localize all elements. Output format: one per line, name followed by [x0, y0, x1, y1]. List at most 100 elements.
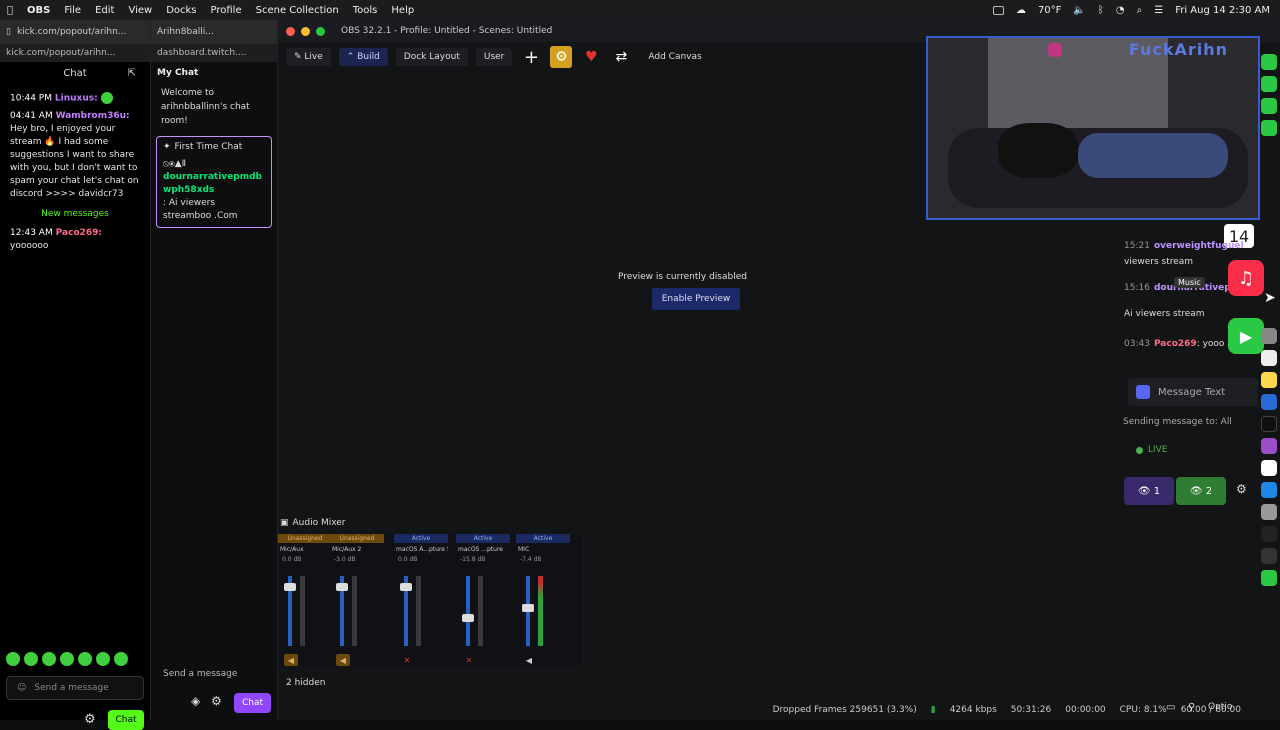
- volume-fader[interactable]: [466, 576, 470, 646]
- app-icon[interactable]: [1261, 98, 1277, 114]
- tab-sidebar-icon[interactable]: ▯: [6, 27, 11, 37]
- menu-docks[interactable]: Docks: [159, 5, 203, 16]
- emote-icon[interactable]: [60, 652, 74, 666]
- emote-icon[interactable]: [42, 652, 56, 666]
- input-placeholder: Send a message: [163, 669, 238, 679]
- news-icon[interactable]: [1261, 460, 1277, 476]
- shuffle-icon[interactable]: ⇄: [610, 46, 632, 68]
- channel-name[interactable]: macOS A...pture 5: [394, 543, 448, 556]
- user-button[interactable]: User: [475, 48, 513, 66]
- fader-knob[interactable]: [400, 582, 412, 591]
- link-icon[interactable]: ⚲: [1188, 702, 1195, 713]
- fader-knob[interactable]: [522, 603, 534, 612]
- maximize-icon[interactable]: [316, 26, 325, 36]
- msg-user[interactable]: Paco269:: [56, 228, 102, 238]
- reminders-icon[interactable]: [1261, 350, 1277, 366]
- stocks-icon[interactable]: [1261, 394, 1277, 410]
- minimize-icon[interactable]: [301, 26, 310, 36]
- dock-layout-button[interactable]: Dock Layout: [395, 48, 468, 66]
- mute-icon[interactable]: ✕: [400, 654, 414, 666]
- mute-icon[interactable]: ✕: [462, 654, 476, 666]
- twitch-tab[interactable]: Arihn8balli...: [157, 27, 214, 37]
- mute-icon[interactable]: ◀: [284, 654, 298, 666]
- kick-tab[interactable]: kick.com/popout/arihn...: [17, 27, 126, 37]
- menu-app-name[interactable]: OBS: [20, 5, 57, 16]
- twitch-message-input[interactable]: Send a message: [157, 664, 271, 684]
- obs-icon[interactable]: [1261, 548, 1277, 564]
- cloud-icon[interactable]: ☁: [1016, 5, 1026, 16]
- apple-icon[interactable]: : [0, 5, 20, 16]
- emote-icon[interactable]: [96, 652, 110, 666]
- wifi-icon[interactable]: ◔: [1116, 5, 1125, 16]
- fader-knob[interactable]: [284, 582, 296, 591]
- app-icon[interactable]: [1261, 570, 1277, 586]
- channel-name[interactable]: Mic/Aux 2: [330, 543, 384, 556]
- menu-view[interactable]: View: [121, 5, 159, 16]
- msg-user[interactable]: Paco269: [1154, 339, 1197, 349]
- contacts-icon[interactable]: [1261, 328, 1277, 344]
- enable-preview-button[interactable]: Enable Preview: [652, 288, 740, 310]
- app-icon[interactable]: [1261, 120, 1277, 136]
- msg-user[interactable]: overweightfuguel: [1154, 241, 1244, 251]
- heart-icon[interactable]: ♥: [580, 46, 602, 68]
- channel-name[interactable]: Mic/Aux: [278, 543, 332, 556]
- menu-tools[interactable]: Tools: [346, 5, 385, 16]
- appstore-icon[interactable]: [1261, 482, 1277, 498]
- podcasts-icon[interactable]: [1261, 438, 1277, 454]
- mute-icon[interactable]: ◀: [336, 654, 350, 666]
- settings-icon[interactable]: [1261, 504, 1277, 520]
- kick-message-input[interactable]: ☺ Send a message: [6, 676, 144, 700]
- menu-file[interactable]: File: [57, 5, 88, 16]
- options-button[interactable]: Optio: [1208, 702, 1232, 712]
- menu-scene-collection[interactable]: Scene Collection: [249, 5, 346, 16]
- ftc-user[interactable]: dournarrativepmdbwph58xds: [163, 171, 265, 197]
- gear-icon[interactable]: ⚙: [211, 694, 222, 708]
- emote-icon[interactable]: [6, 652, 20, 666]
- channel-name[interactable]: macOS ...pture: [456, 543, 510, 556]
- kick-address-bar[interactable]: kick.com/popout/arihn...: [0, 44, 150, 62]
- smiley-icon[interactable]: ☺: [17, 683, 26, 693]
- twitch-chat-button[interactable]: Chat: [234, 693, 271, 713]
- notes-icon[interactable]: [1261, 372, 1277, 388]
- bits-icon[interactable]: ◈: [191, 694, 200, 708]
- menu-profile[interactable]: Profile: [204, 5, 249, 16]
- emote-icon[interactable]: [24, 652, 38, 666]
- add-canvas-button[interactable]: Add Canvas: [640, 48, 709, 66]
- weather[interactable]: 70°F: [1038, 5, 1061, 16]
- kick-chat-button[interactable]: Chat: [108, 710, 144, 730]
- datetime[interactable]: Fri Aug 14 2:30 AM: [1175, 5, 1270, 16]
- window-icon[interactable]: ▭: [1166, 702, 1175, 713]
- appletv-icon[interactable]: [1261, 416, 1277, 432]
- live-button[interactable]: ✎ Live: [286, 48, 331, 66]
- channel-name[interactable]: MIC: [516, 543, 570, 556]
- fader-knob[interactable]: [462, 614, 474, 622]
- message-text-input[interactable]: Message Text: [1128, 378, 1258, 406]
- menu-edit[interactable]: Edit: [88, 5, 121, 16]
- hidden-count[interactable]: 2 hidden: [286, 678, 325, 688]
- bluetooth-icon[interactable]: ᛒ: [1098, 5, 1104, 16]
- msg-user[interactable]: Linuxus:: [55, 94, 98, 104]
- viewer-count-purple[interactable]: 👁 1: [1124, 477, 1174, 505]
- app-icon[interactable]: [1261, 526, 1277, 542]
- twitch-address-bar[interactable]: dashboard.twitch....: [151, 44, 277, 62]
- settings-gear-icon[interactable]: ⚙: [550, 46, 573, 68]
- screen-icon[interactable]: [992, 5, 1004, 15]
- viewer-count-green[interactable]: 👁 2: [1176, 477, 1226, 505]
- emote-icon[interactable]: [78, 652, 92, 666]
- popout-icon[interactable]: ⇱: [128, 68, 136, 79]
- emote-icon[interactable]: [114, 652, 128, 666]
- fader-knob[interactable]: [336, 582, 348, 591]
- messages-icon[interactable]: [1261, 54, 1277, 70]
- mute-icon[interactable]: ◀: [522, 654, 536, 666]
- close-icon[interactable]: [286, 26, 295, 36]
- gear-icon[interactable]: ⚙: [1236, 482, 1247, 496]
- plus-icon[interactable]: +: [520, 46, 542, 68]
- new-messages-indicator[interactable]: New messages: [0, 203, 150, 225]
- volume-icon[interactable]: 🔈: [1073, 5, 1085, 16]
- control-center-icon[interactable]: ☰: [1154, 5, 1163, 16]
- build-button[interactable]: ⌃ Build: [338, 48, 388, 66]
- msg-user[interactable]: Wambrom36u:: [56, 111, 130, 121]
- menu-help[interactable]: Help: [384, 5, 421, 16]
- app-icon[interactable]: [1261, 76, 1277, 92]
- search-icon[interactable]: ⌕: [1137, 5, 1143, 16]
